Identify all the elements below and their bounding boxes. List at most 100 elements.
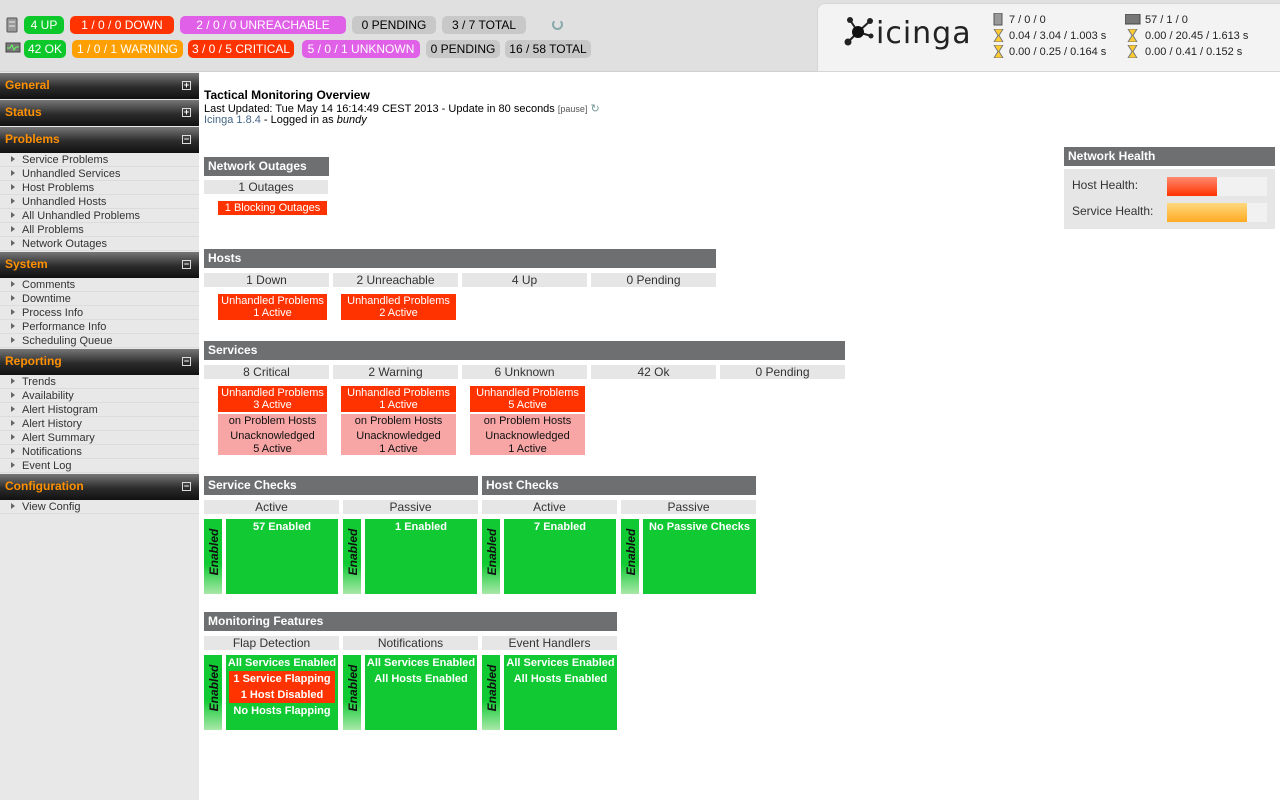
services-critical-unhandled[interactable]: Unhandled Problems 3 Active (218, 386, 327, 412)
refresh-small-icon[interactable]: ↻ (590, 103, 599, 115)
hosts-unreachable-count[interactable]: 2 Unreachable (333, 273, 458, 287)
hosts-total-badge[interactable]: 3 / 7 TOTAL (442, 16, 526, 34)
notifications-panel[interactable]: All Services Enabled All Hosts Enabled (365, 655, 477, 730)
services-ok-badge[interactable]: 42 OK (24, 40, 66, 58)
service-health-bar (1167, 203, 1247, 222)
main-content: Tactical Monitoring Overview Last Update… (199, 72, 1280, 800)
hosts-unr-total: 0 UNREACHABLE (229, 18, 330, 32)
service-latency: 0.00 / 20.45 / 1.613 s (1145, 30, 1249, 42)
services-warning-unhandled[interactable]: Unhandled Problems 1 Active (341, 386, 456, 412)
services-critical-problem-hosts[interactable]: on Problem Hosts Unacknowledged 5 Active (218, 414, 327, 455)
services-unknown-count[interactable]: 6 Unknown (462, 365, 587, 379)
expand-icon[interactable]: + (182, 81, 191, 90)
collapse-icon[interactable]: − (182, 135, 191, 144)
menu-item-network-outages[interactable]: Network Outages (0, 237, 199, 251)
menu-section-reporting[interactable]: Reporting − (0, 349, 199, 375)
services-ok-count[interactable]: 42 Ok (591, 365, 716, 379)
collapse-icon[interactable]: − (182, 357, 191, 366)
hosts-down-unhandled[interactable]: Unhandled Problems 1 Active (218, 294, 327, 320)
host-disabled-alert[interactable]: 1 Host Disabled (229, 687, 335, 703)
menu-item-process-info[interactable]: Process Info (0, 306, 199, 320)
svc-passive-checks[interactable]: 1 Enabled (365, 519, 477, 594)
host-passive-checks[interactable]: No Passive Checks (643, 519, 756, 594)
hosts-down-count[interactable]: 1 Down (204, 273, 329, 287)
username: bundy (336, 114, 367, 126)
svc-crit-ack: 0 (208, 42, 216, 56)
services-warning-count[interactable]: 2 Warning (333, 365, 458, 379)
menu-section-status[interactable]: Status + (0, 100, 199, 126)
event-hosts-status[interactable]: All Hosts Enabled (504, 671, 617, 687)
flap-detection-panel[interactable]: All Services Enabled 1 Service Flapping … (226, 655, 338, 730)
version-line: Icinga 1.8.4 - Logged in as bundy (204, 114, 367, 126)
refresh-icon[interactable] (552, 19, 563, 30)
svc-active-checks[interactable]: 57 Enabled (226, 519, 338, 594)
menu-item-trends[interactable]: Trends (0, 375, 199, 389)
host-active-checks[interactable]: 7 Enabled (504, 519, 616, 594)
menu-item-alert-summary[interactable]: Alert Summary (0, 431, 199, 445)
notif-hosts-status[interactable]: All Hosts Enabled (365, 671, 477, 687)
services-pending-badge[interactable]: 0 PENDING (426, 40, 500, 58)
hosts-pending-count[interactable]: 0 Pending (591, 273, 716, 287)
flap-hosts-status[interactable]: No Hosts Flapping (226, 703, 338, 719)
hosts-unreachable-unhandled[interactable]: Unhandled Problems 2 Active (341, 294, 456, 320)
collapse-icon[interactable]: − (182, 260, 191, 269)
notif-services-status[interactable]: All Services Enabled (365, 655, 477, 671)
menu-item-notifications[interactable]: Notifications (0, 445, 199, 459)
menu-item-all-unhandled-problems[interactable]: All Unhandled Problems (0, 209, 199, 223)
menu-item-scheduling-queue[interactable]: Scheduling Queue (0, 334, 199, 348)
menu-section-general[interactable]: General + (0, 73, 199, 99)
blocking-outages[interactable]: 1 Blocking Outages (218, 201, 327, 215)
menu-item-performance-info[interactable]: Performance Info (0, 320, 199, 334)
enabled-tag: Enabled (343, 519, 362, 594)
hosts-pending-badge[interactable]: 0 PENDING (352, 16, 436, 34)
menu-item-all-problems[interactable]: All Problems (0, 223, 199, 237)
monitor-icon (5, 42, 21, 53)
outages-count[interactable]: 1 Outages (204, 180, 328, 194)
collapse-icon[interactable]: − (182, 482, 191, 491)
services-unknown-badge[interactable]: 5 / 0 / 1 UNKNOWN (302, 40, 420, 58)
menu-item-unhandled-hosts[interactable]: Unhandled Hosts (0, 195, 199, 209)
menu-item-service-problems[interactable]: Service Problems (0, 153, 199, 167)
service-flapping-alert[interactable]: 1 Service Flapping (229, 671, 335, 687)
services-critical-badge[interactable]: 3 / 0 / 5 CRITICAL (188, 40, 294, 58)
menu-item-host-problems[interactable]: Host Problems (0, 181, 199, 195)
enabled-tag: Enabled (343, 655, 362, 730)
flap-services-status[interactable]: All Services Enabled (226, 655, 338, 671)
menu-item-alert-history[interactable]: Alert History (0, 417, 199, 431)
services-warning-problem-hosts[interactable]: on Problem Hosts Unacknowledged 1 Active (341, 414, 456, 455)
pause-link[interactable]: [pause] (558, 104, 588, 114)
hosts-unreachable-badge[interactable]: 2 / 0 / 0 UNREACHABLE (180, 16, 346, 34)
menu-section-problems[interactable]: Problems − (0, 127, 199, 153)
svc-unk-unhandled: 5 (307, 42, 315, 56)
status-summary-bar: 4 UP 1 / 0 / 0 DOWN 2 / 0 / 0 UNREACHABL… (0, 0, 1280, 72)
svc-crit-total: 5 CRITICAL (225, 42, 291, 56)
event-handlers-panel[interactable]: All Services Enabled All Hosts Enabled (504, 655, 617, 730)
icinga-logo-text: icinga (876, 16, 972, 51)
menu-item-event-log[interactable]: Event Log (0, 459, 199, 473)
services-total-badge[interactable]: 16 / 58 TOTAL (505, 40, 591, 58)
hourglass-icon (993, 29, 1004, 42)
hosts-up-count[interactable]: 4 Up (462, 273, 587, 287)
services-critical-count[interactable]: 8 Critical (204, 365, 329, 379)
service-health-label: Service Health: (1072, 204, 1154, 218)
menu-item-alert-histogram[interactable]: Alert Histogram (0, 403, 199, 417)
menu-item-downtime[interactable]: Downtime (0, 292, 199, 306)
version-link[interactable]: Icinga 1.8.4 (204, 114, 261, 126)
services-unknown-unhandled[interactable]: Unhandled Problems 5 Active (470, 386, 585, 412)
expand-icon[interactable]: + (182, 108, 191, 117)
menu-item-availability[interactable]: Availability (0, 389, 199, 403)
services-unknown-problem-hosts[interactable]: on Problem Hosts Unacknowledged 1 Active (470, 414, 585, 455)
menu-section-configuration[interactable]: Configuration − (0, 474, 199, 500)
services-pending-count[interactable]: 0 Pending (720, 365, 845, 379)
label: Unhandled Problems (347, 387, 450, 399)
menu-item-unhandled-services[interactable]: Unhandled Services (0, 167, 199, 181)
event-services-status[interactable]: All Services Enabled (504, 655, 617, 671)
menu-item-comments[interactable]: Comments (0, 278, 199, 292)
menu-item-view-config[interactable]: View Config (0, 500, 199, 514)
section-label: General (5, 78, 50, 92)
hosts-up-badge[interactable]: 4 UP (24, 16, 64, 34)
menu-section-system[interactable]: System − (0, 252, 199, 278)
hosts-down-badge[interactable]: 1 / 0 / 0 DOWN (70, 16, 174, 34)
services-warning-badge[interactable]: 1 / 0 / 1 WARNING (72, 40, 183, 58)
section-label: Reporting (5, 354, 62, 368)
